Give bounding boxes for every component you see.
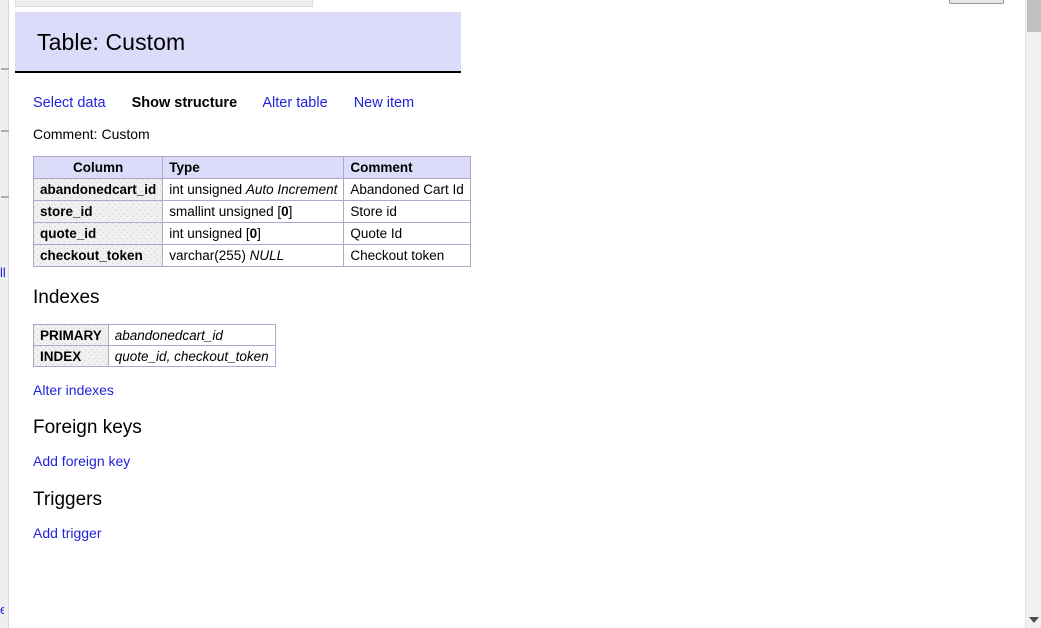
table-row: checkout_token varchar(255) NULL Checkou…: [32, 244, 471, 267]
sidebar-separator: [1, 130, 9, 132]
type-base: smallint unsigned: [169, 204, 274, 219]
index-row: PRIMARY abandonedcart_id: [33, 324, 276, 346]
sidebar-separator: [1, 196, 9, 198]
type-base: int unsigned: [169, 226, 243, 241]
table-row: store_id smallint unsigned [0] Store id: [32, 200, 471, 223]
indexes-section-title: Indexes: [33, 287, 100, 308]
indexes-table: PRIMARY abandonedcart_id INDEX quote_id,…: [33, 324, 276, 367]
table-comment: Comment: Custom: [33, 126, 150, 142]
cell-column-comment: Quote Id: [343, 222, 471, 245]
index-row: INDEX quote_id, checkout_token: [33, 345, 276, 367]
header-type: Type: [162, 156, 345, 179]
cell-column-name: abandonedcart_id: [32, 178, 164, 201]
type-extra: NULL: [249, 248, 285, 263]
add-trigger-link[interactable]: Add trigger: [33, 525, 101, 541]
nav-new-item[interactable]: New item: [354, 95, 414, 111]
adminer-table-structure-page: Table: Custom Select data Show structure…: [0, 0, 1041, 628]
cell-column-comment: Abandoned Cart Id: [343, 178, 471, 201]
type-base: varchar(255): [169, 248, 246, 263]
cell-column-type: smallint unsigned [0]: [162, 200, 345, 223]
cell-column-comment: Checkout token: [343, 244, 471, 267]
main-content: Table: Custom Select data Show structure…: [0, 0, 1020, 628]
header-column: Column: [32, 156, 164, 179]
type-extra: Auto Increment: [245, 182, 338, 197]
cell-column-comment: Store id: [343, 200, 471, 223]
type-extra: [0]: [277, 204, 293, 219]
scroll-down-arrow-icon[interactable]: [1029, 617, 1039, 623]
foreign-keys-section-title: Foreign keys: [33, 417, 142, 438]
index-columns: quote_id, checkout_token: [107, 345, 276, 367]
triggers-section-title: Triggers: [33, 489, 102, 510]
nav-show-structure[interactable]: Show structure: [132, 95, 238, 111]
columns-structure-table: Column Type Comment abandonedcart_id int…: [32, 156, 471, 267]
clipped-sidebar-link[interactable]: ll: [0, 266, 5, 280]
cell-column-name: checkout_token: [32, 244, 164, 267]
vertical-scrollbar[interactable]: [1025, 0, 1041, 628]
cell-column-type: varchar(255) NULL: [162, 244, 345, 267]
table-row: abandonedcart_id int unsigned Auto Incre…: [32, 178, 471, 201]
alter-indexes-link[interactable]: Alter indexes: [33, 382, 114, 398]
page-header-banner: Table: Custom: [15, 12, 461, 73]
nav-select-data[interactable]: Select data: [33, 95, 106, 111]
clipped-sidebar-link[interactable]: e: [0, 603, 4, 617]
scrollbar-thumb[interactable]: [1027, 0, 1041, 32]
sidebar-separator: [1, 68, 9, 70]
table-row: quote_id int unsigned [0] Quote Id: [32, 222, 471, 245]
cell-column-type: int unsigned Auto Increment: [162, 178, 345, 201]
table-header-row: Column Type Comment: [32, 156, 471, 179]
index-type: PRIMARY: [33, 324, 109, 346]
type-extra: [0]: [245, 226, 261, 241]
cell-column-type: int unsigned [0]: [162, 222, 345, 245]
index-type: INDEX: [33, 345, 109, 367]
table-action-nav: Select data Show structure Alter table N…: [33, 95, 436, 111]
clipped-sidebar: [0, 0, 9, 628]
type-base: int unsigned: [169, 182, 243, 197]
page-title: Table: Custom: [37, 29, 186, 55]
nav-alter-table[interactable]: Alter table: [262, 95, 327, 111]
cell-column-name: store_id: [32, 200, 164, 223]
index-columns: abandonedcart_id: [107, 324, 276, 346]
header-comment: Comment: [343, 156, 471, 179]
cell-column-name: quote_id: [32, 222, 164, 245]
add-foreign-key-link[interactable]: Add foreign key: [33, 453, 130, 469]
